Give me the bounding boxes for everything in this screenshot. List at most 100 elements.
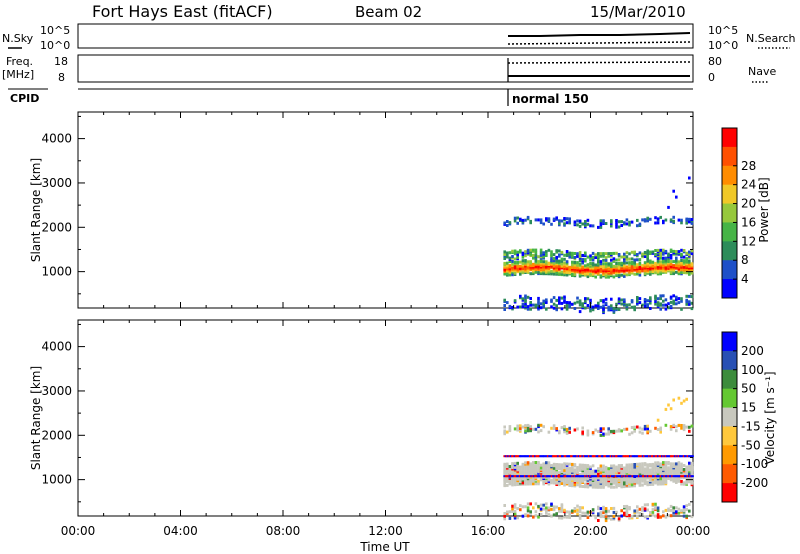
data-cell	[669, 253, 673, 257]
data-cell	[672, 462, 675, 466]
data-cell	[610, 307, 613, 310]
data-cell	[565, 466, 569, 470]
data-cell	[573, 307, 577, 310]
data-cell	[643, 515, 647, 519]
data-cell	[607, 516, 610, 520]
data-cell	[641, 252, 644, 256]
data-cell	[682, 259, 686, 263]
data-cell	[591, 251, 595, 255]
data-cell	[677, 396, 681, 400]
data-cell	[539, 221, 543, 225]
data-cell	[568, 426, 571, 430]
data-cell	[680, 218, 683, 222]
nave-trace	[507, 61, 691, 64]
data-cell	[506, 510, 509, 514]
data-cell	[597, 266, 600, 270]
data-cell	[524, 424, 527, 428]
data-cell	[573, 256, 577, 259]
data-cell	[550, 514, 553, 518]
data-cell	[586, 510, 590, 514]
data-cell	[584, 297, 587, 301]
data-cell	[690, 424, 694, 428]
data-cell	[552, 466, 556, 470]
data-cell	[646, 427, 649, 431]
data-cell	[688, 176, 691, 180]
data-cell	[620, 255, 623, 259]
data-cell	[656, 301, 660, 305]
velocity-colorbar: 2001005015-15-50-100-200	[721, 331, 768, 503]
data-cell	[516, 305, 519, 309]
data-cell	[604, 256, 608, 260]
data-cell	[563, 253, 566, 257]
data-cell	[620, 514, 623, 518]
data-cell	[672, 272, 675, 276]
data-cell	[516, 424, 519, 428]
data-cell	[571, 509, 574, 513]
data-cell	[558, 296, 561, 300]
data-cell	[680, 482, 683, 486]
data-cell	[526, 469, 530, 473]
nave-tick-top: 80	[708, 55, 722, 68]
data-cell	[654, 249, 657, 252]
power-colorbar-label: Power [dB]	[757, 177, 771, 242]
data-cell	[565, 260, 569, 264]
data-cell	[503, 221, 506, 225]
data-cell	[654, 221, 657, 225]
data-cell	[662, 248, 665, 252]
data-cell	[607, 429, 610, 433]
data-cell	[524, 477, 527, 481]
data-cell	[552, 508, 556, 512]
data-cell	[550, 222, 553, 226]
data-cell	[669, 248, 673, 252]
data-cell	[599, 427, 603, 431]
data-cell	[568, 220, 571, 224]
data-cell	[558, 221, 561, 225]
data-cell	[646, 424, 649, 428]
nsearch-tick-top: 10^5	[708, 24, 738, 37]
data-cell	[607, 484, 610, 488]
data-cell	[537, 466, 540, 470]
data-cell	[534, 510, 538, 514]
data-cell	[511, 273, 514, 277]
data-cell	[672, 215, 675, 219]
figure: Fort Hays East (fitACF) Beam 02 15/Mar/2…	[2, 2, 796, 554]
data-cell	[558, 264, 561, 268]
data-cell	[675, 510, 678, 514]
data-cell	[534, 514, 538, 518]
data-cell	[685, 508, 688, 512]
data-cell	[690, 472, 694, 476]
data-cell	[532, 506, 535, 510]
data-cell	[519, 504, 522, 508]
data-cell	[545, 502, 548, 506]
data-cell	[625, 222, 629, 226]
data-cell	[545, 252, 548, 256]
data-cell	[685, 302, 688, 306]
data-cell	[604, 265, 608, 268]
data-cell	[649, 468, 652, 472]
data-cell	[620, 298, 623, 302]
data-cell	[633, 258, 636, 262]
data-cell	[529, 252, 532, 256]
data-cell	[615, 485, 618, 489]
data-cell	[560, 296, 564, 300]
data-cell	[555, 463, 558, 466]
data-cell	[615, 274, 618, 277]
data-cell	[607, 262, 610, 266]
data-cell	[542, 222, 545, 226]
data-cell	[558, 471, 561, 475]
data-cell	[620, 302, 623, 306]
data-cell	[664, 218, 668, 222]
data-cell	[633, 305, 636, 309]
data-cell	[610, 224, 613, 228]
data-cell	[506, 430, 509, 434]
data-cell	[672, 511, 675, 515]
data-cell	[610, 507, 613, 510]
data-cell	[503, 514, 506, 518]
data-cell	[581, 222, 584, 226]
data-cell	[586, 297, 590, 301]
colorbar-segment	[722, 483, 737, 503]
data-cell	[508, 427, 512, 431]
data-cell	[662, 510, 665, 514]
data-cell	[675, 256, 678, 260]
data-cell	[586, 222, 590, 226]
